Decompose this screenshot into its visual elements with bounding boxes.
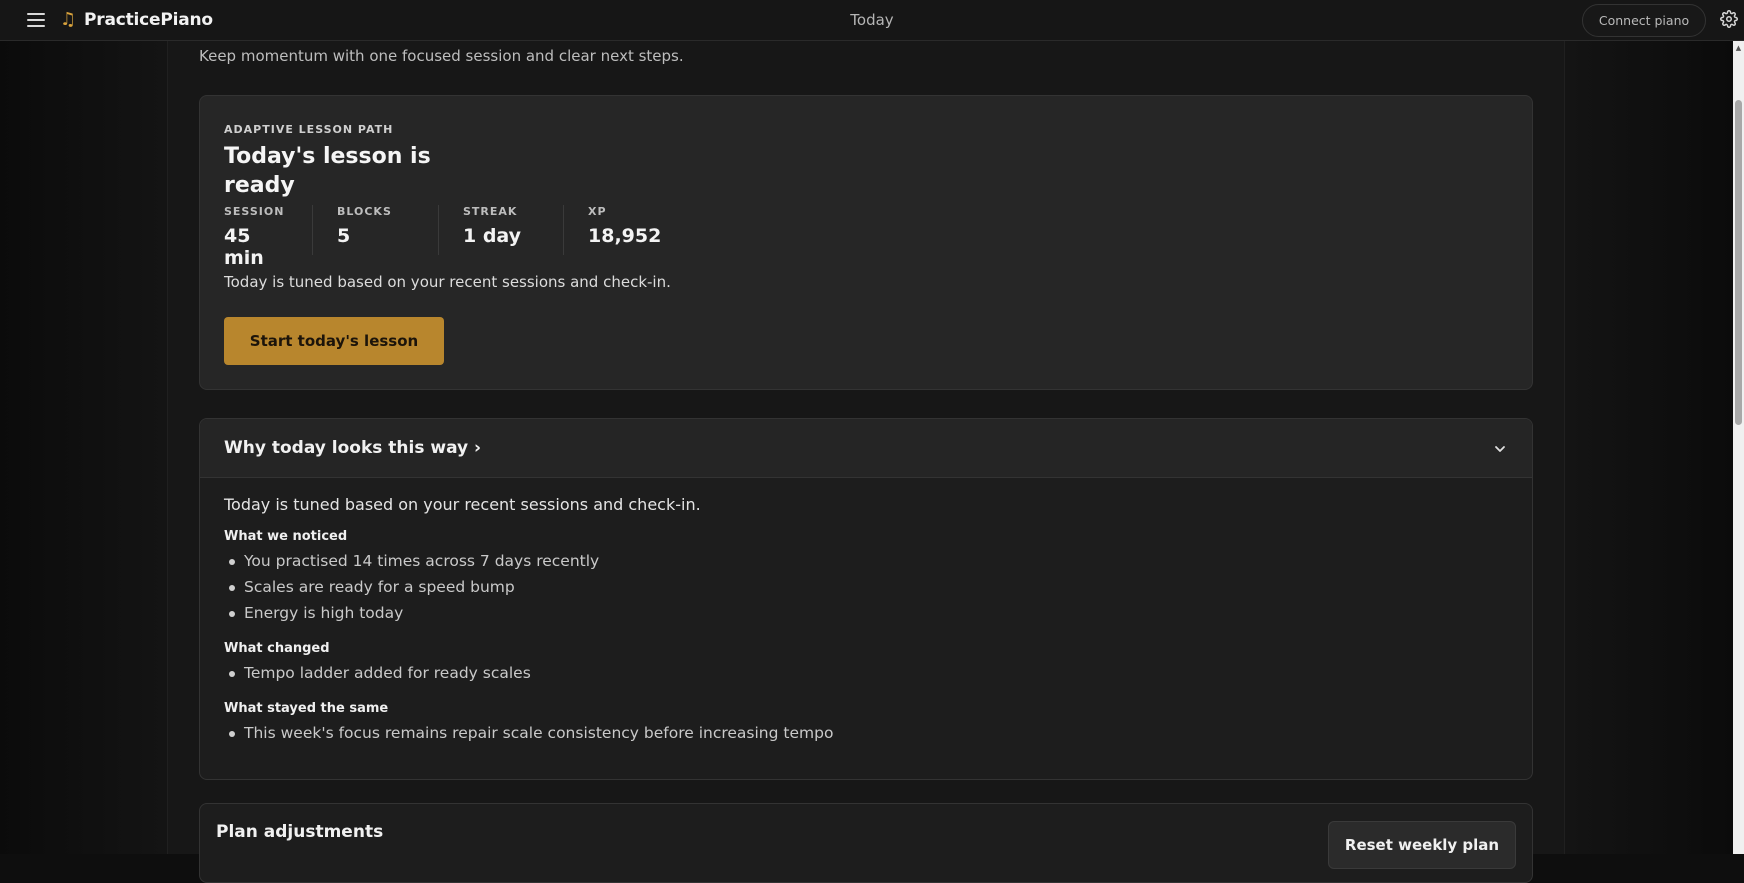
stat-value: 1 day <box>463 225 522 247</box>
list-item: You practised 14 times across 7 days rec… <box>224 548 1504 574</box>
scrollbar-thumb[interactable] <box>1735 100 1742 425</box>
top-bar: ♫ PracticePiano Today Connect piano <box>0 0 1744 41</box>
left-backdrop <box>0 41 167 854</box>
lesson-eyebrow: ADAPTIVE LESSON PATH <box>224 123 394 136</box>
why-header-toggle[interactable]: Why today looks this way › <box>200 419 1532 478</box>
why-title: Why today looks this way › <box>224 438 482 458</box>
stat-session: SESSION 45 min <box>224 205 313 269</box>
why-lead: Today is tuned based on your recent sess… <box>224 495 701 514</box>
reset-weekly-plan-button[interactable]: Reset weekly plan <box>1328 821 1516 869</box>
why-card: Why today looks this way › Today is tune… <box>199 418 1533 780</box>
music-note-icon: ♫ <box>60 9 77 30</box>
page-subtitle: Keep momentum with one focused session a… <box>199 47 684 65</box>
stat-label: STREAK <box>463 205 518 218</box>
bullet-list: Tempo ladder added for ready scales <box>224 660 1504 686</box>
lesson-title: Today's lesson is ready <box>224 144 431 198</box>
lesson-stats: SESSION 45 min BLOCKS 5 STREAK 1 day XP … <box>224 205 709 269</box>
stat-blocks: BLOCKS 5 <box>337 205 439 255</box>
list-item: This week's focus remains repair scale c… <box>224 720 1504 746</box>
stat-label: XP <box>588 205 607 218</box>
brand-name[interactable]: PracticePiano <box>84 10 213 30</box>
chevron-down-icon[interactable] <box>1492 441 1508 457</box>
stat-xp: XP 18,952 <box>588 205 685 255</box>
bullet-list: This week's focus remains repair scale c… <box>224 720 1504 746</box>
connect-piano-button[interactable]: Connect piano <box>1582 4 1706 37</box>
stat-value: 45 min <box>224 225 264 269</box>
stat-value: 18,952 <box>588 225 662 247</box>
page-title: Today <box>850 11 894 29</box>
lesson-note: Today is tuned based on your recent sess… <box>224 273 671 291</box>
stat-value: 5 <box>337 225 351 247</box>
gear-icon[interactable] <box>1720 10 1740 30</box>
list-item: Scales are ready for a speed bump <box>224 574 1504 600</box>
bullet-list: You practised 14 times across 7 days rec… <box>224 548 1504 626</box>
section-heading: What changed <box>224 641 330 656</box>
lesson-card: ADAPTIVE LESSON PATH Today's lesson is r… <box>199 95 1533 390</box>
list-item: Energy is high today <box>224 600 1504 626</box>
right-backdrop <box>1565 41 1733 854</box>
plan-title: Plan adjustments <box>216 822 384 842</box>
hamburger-icon[interactable] <box>26 11 46 29</box>
start-lesson-button[interactable]: Start today's lesson <box>224 317 444 365</box>
section-heading: What we noticed <box>224 529 348 544</box>
section-heading: What stayed the same <box>224 701 389 716</box>
list-item: Tempo ladder added for ready scales <box>224 660 1504 686</box>
stat-streak: STREAK 1 day <box>463 205 564 255</box>
plan-card: Plan adjustments Reset weekly plan <box>199 803 1533 883</box>
stat-label: BLOCKS <box>337 205 392 218</box>
why-body: Today is tuned based on your recent sess… <box>224 495 1504 746</box>
stat-label: SESSION <box>224 205 285 218</box>
scroll-up-icon[interactable]: ▲ <box>1734 44 1743 52</box>
